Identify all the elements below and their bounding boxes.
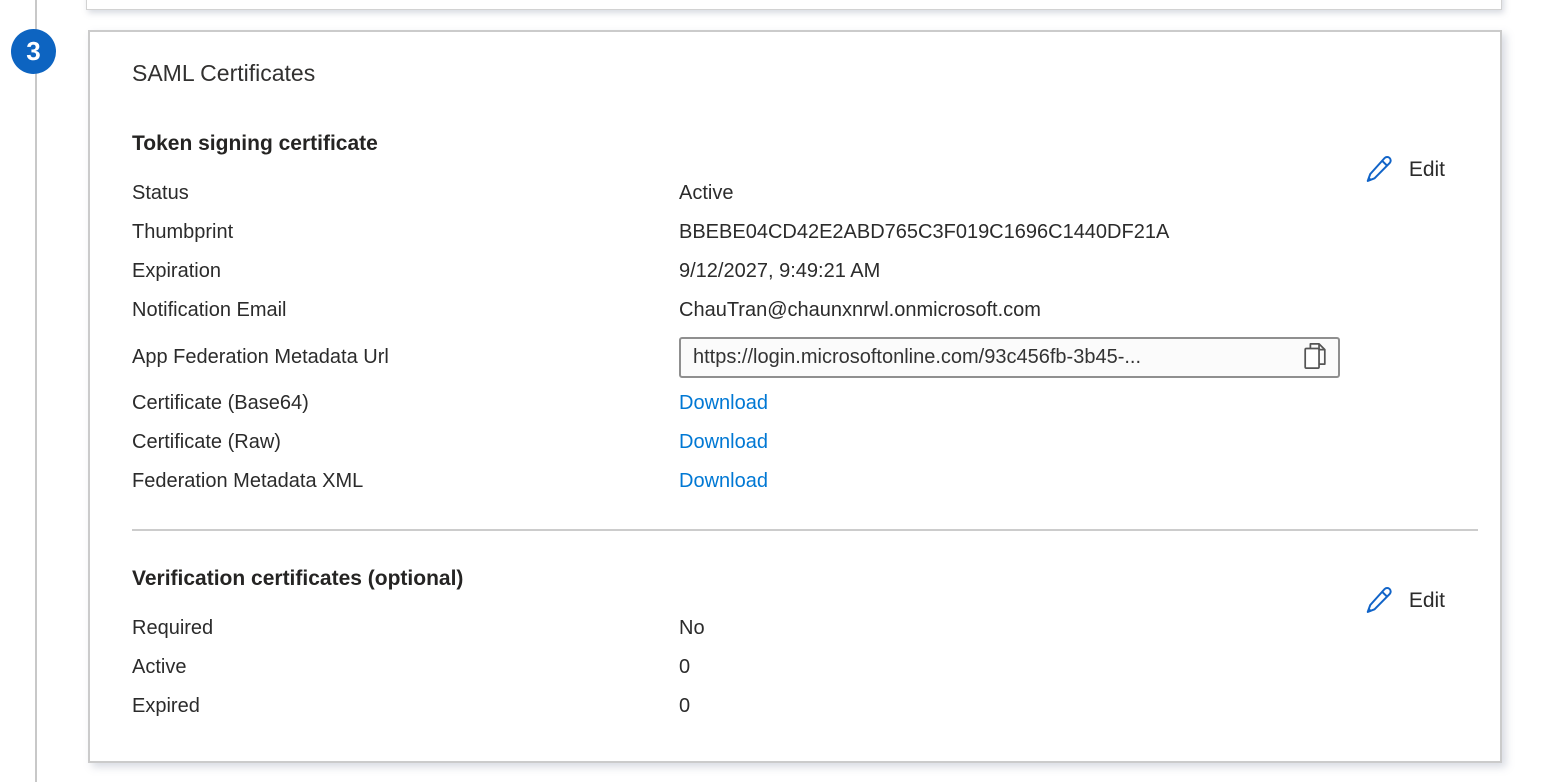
row-label: Notification Email	[132, 299, 679, 322]
edit-label: Edit	[1409, 589, 1445, 613]
table-row: Certificate (Raw) Download	[132, 423, 1458, 462]
download-federation-metadata-xml-link[interactable]: Download	[679, 470, 768, 493]
row-label: Thumbprint	[132, 221, 679, 244]
table-row: Active 0	[132, 648, 1458, 687]
copy-button[interactable]	[1302, 341, 1328, 374]
row-value: Active	[679, 182, 733, 205]
row-label: App Federation Metadata Url	[132, 346, 679, 369]
table-row: Required No	[132, 609, 1458, 648]
row-value: 0	[679, 656, 690, 679]
row-label: Active	[132, 656, 679, 679]
card-title: SAML Certificates	[132, 58, 1458, 88]
step-3-badge: 3	[11, 29, 56, 74]
token-signing-rows: Status Active Thumbprint BBEBE04CD42E2AB…	[132, 174, 1458, 501]
table-row: App Federation Metadata Url https://logi…	[132, 330, 1458, 384]
table-row: Certificate (Base64) Download	[132, 384, 1458, 423]
saml-certificates-card: SAML Certificates Token signing certific…	[88, 30, 1502, 763]
row-label: Expiration	[132, 260, 679, 283]
row-value: 0	[679, 695, 690, 718]
section-divider	[132, 529, 1478, 531]
token-signing-heading: Token signing certificate	[132, 130, 1458, 158]
edit-verification-certificates-button[interactable]: Edit	[1362, 585, 1445, 617]
url-text: https://login.microsoftonline.com/93c456…	[693, 346, 1292, 369]
pencil-icon	[1362, 585, 1394, 617]
row-label: Certificate (Base64)	[132, 392, 679, 415]
previous-card-edge	[86, 0, 1502, 10]
row-label: Certificate (Raw)	[132, 431, 679, 454]
table-row: Expiration 9/12/2027, 9:49:21 AM	[132, 252, 1458, 291]
row-value: ChauTran@chaunxnrwl.onmicrosoft.com	[679, 299, 1041, 322]
row-label: Status	[132, 182, 679, 205]
table-row: Notification Email ChauTran@chaunxnrwl.o…	[132, 291, 1458, 330]
table-row: Thumbprint BBEBE04CD42E2ABD765C3F019C169…	[132, 213, 1458, 252]
edit-label: Edit	[1409, 158, 1445, 182]
table-row: Status Active	[132, 174, 1458, 213]
row-value: BBEBE04CD42E2ABD765C3F019C1696C1440DF21A	[679, 221, 1169, 244]
row-label: Expired	[132, 695, 679, 718]
table-row: Federation Metadata XML Download	[132, 462, 1458, 501]
download-certificate-raw-link[interactable]: Download	[679, 431, 768, 454]
row-label: Federation Metadata XML	[132, 470, 679, 493]
copy-icon	[1302, 341, 1328, 374]
verification-rows: Required No Active 0 Expired 0	[132, 609, 1458, 726]
table-row: Expired 0	[132, 687, 1458, 726]
edit-token-signing-button[interactable]: Edit	[1362, 154, 1445, 186]
download-certificate-base64-link[interactable]: Download	[679, 392, 768, 415]
row-value: 9/12/2027, 9:49:21 AM	[679, 260, 880, 283]
row-value: No	[679, 617, 705, 640]
row-label: Required	[132, 617, 679, 640]
verification-certificates-heading: Verification certificates (optional)	[132, 565, 1458, 593]
app-federation-metadata-url-field[interactable]: https://login.microsoftonline.com/93c456…	[679, 337, 1340, 378]
pencil-icon	[1362, 154, 1394, 186]
stepper-line	[35, 0, 37, 782]
